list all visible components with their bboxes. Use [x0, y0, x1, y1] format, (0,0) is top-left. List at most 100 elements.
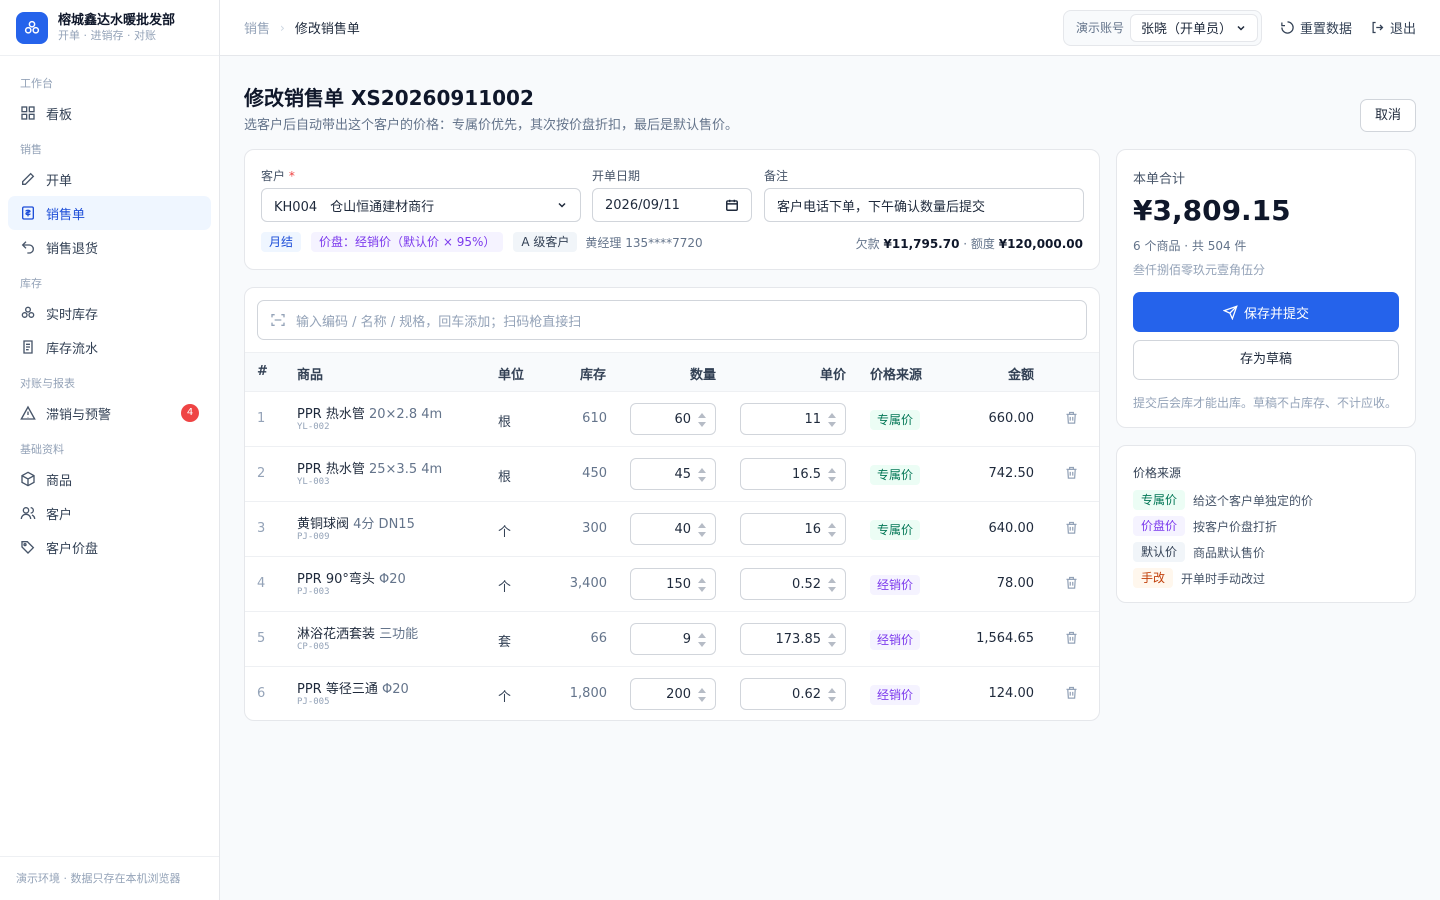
unit-price-value: 16 — [804, 521, 821, 537]
legend-tag: 专属价 — [1133, 490, 1186, 510]
save-and-submit-label: 保存并提交 — [1243, 306, 1309, 322]
delete-row-button[interactable] — [1064, 410, 1079, 429]
quantity-stepper[interactable]: 9 — [630, 623, 716, 655]
price-source-legend-card: 价格来源 专属价 给这个客户单独定的价 价盘价 按客户价盘打折 默认价 商品默认… — [1116, 445, 1416, 603]
customer-select[interactable]: KH004 仓山恒通建材商行 — [261, 188, 581, 222]
sidebar-item-dashboard[interactable]: 看板 — [8, 96, 211, 130]
customer-info-chips: 月结 价盘：经销价（默认价 × 95%） A 级客户 黄经理 135****77… — [261, 232, 703, 252]
unit-price-value: 11 — [804, 411, 821, 427]
stepper-arrows-icon[interactable] — [697, 411, 707, 429]
col-stock: 库存 — [580, 368, 607, 383]
stepper-arrows-icon[interactable] — [827, 411, 837, 429]
stepper-arrows-icon[interactable] — [697, 631, 707, 649]
price-source-badge: 专属价 — [870, 410, 921, 430]
logout-button[interactable]: 退出 — [1370, 18, 1416, 37]
unit-price-input[interactable]: 11 — [740, 403, 846, 435]
nav-group-workbench: 工作台 — [20, 77, 53, 90]
sidebar-item-customers[interactable]: 客户 — [8, 496, 211, 530]
sidebar-item-slow-moving-alerts[interactable]: 滞销与预警 4 — [8, 396, 211, 430]
price-list-badge: 价盘：经销价（默认价 × 95%） — [311, 232, 504, 252]
unit-price-input[interactable]: 0.62 — [740, 678, 846, 710]
nav-group-reports: 对账与报表 — [20, 377, 75, 390]
customer-contact: 黄经理 135****7720 — [585, 235, 703, 250]
summary-label: 本单合计 — [1133, 172, 1186, 187]
product-title: 淋浴花洒套装 — [297, 627, 376, 642]
stepper-arrows-icon[interactable] — [827, 521, 837, 539]
sidebar-item-sales-returns[interactable]: 销售退货 — [8, 230, 211, 264]
product-name: PPR 热水管 20×2.8 4m — [297, 403, 442, 422]
quantity-stepper[interactable]: 40 — [630, 513, 716, 545]
chevron-down-icon — [558, 202, 566, 208]
line-amount: 78.00 — [996, 576, 1034, 591]
product-spec: 25×3.5 4m — [369, 462, 443, 477]
breadcrumb-chevron-icon: › — [280, 20, 285, 35]
stepper-arrows-icon[interactable] — [827, 466, 837, 484]
sidebar: 榕城鑫达水暖批发部 开单 · 进销存 · 对账 工作台 看板 销售 开单 销售单… — [0, 0, 220, 900]
date-input[interactable]: 2026/09/11 — [592, 188, 752, 222]
save-draft-button[interactable]: 存为草稿 — [1133, 340, 1399, 380]
order-items-card: 输入编码 / 名称 / 规格，回车添加；扫码枪直接扫 # 商品 单位 库存 数量… — [244, 287, 1100, 721]
stepper-arrows-icon[interactable] — [697, 466, 707, 484]
sidebar-item-new-order[interactable]: 开单 — [8, 162, 211, 196]
account-select[interactable]: 张晓（开单员） — [1129, 13, 1258, 42]
items-table-header: # 商品 单位 库存 数量 单价 价格来源 金额 — [245, 352, 1099, 392]
product-name: 黄铜球阀 4分 DN15 — [297, 513, 415, 532]
quantity-stepper[interactable]: 45 — [630, 458, 716, 490]
legend-item-price-list: 价盘价 按客户价盘打折 — [1133, 516, 1277, 536]
note-input[interactable]: 客户电话下单，下午确认数量后提交 — [764, 188, 1084, 222]
sidebar-item-sales-orders[interactable]: 销售单 — [8, 196, 211, 230]
delete-row-button[interactable] — [1064, 465, 1079, 484]
row-index: 4 — [257, 576, 266, 591]
product-spec: 4分 DN15 — [353, 517, 415, 532]
stepper-arrows-icon[interactable] — [697, 686, 707, 704]
trash-icon — [1066, 576, 1077, 589]
sidebar-item-price-lists[interactable]: 客户价盘 — [8, 530, 211, 564]
col-quantity: 数量 — [690, 368, 717, 383]
product-name: PPR 90°弯头 Φ20 — [297, 568, 406, 587]
legend-item-manual: 手改 开单时手动改过 — [1133, 568, 1265, 588]
delete-row-button[interactable] — [1064, 685, 1079, 704]
legend-desc: 商品默认售价 — [1193, 545, 1266, 560]
reset-data-button[interactable]: 重置数据 — [1280, 18, 1352, 37]
quantity-stepper[interactable]: 60 — [630, 403, 716, 435]
stepper-arrows-icon[interactable] — [697, 576, 707, 594]
product-stock: 300 — [582, 521, 607, 536]
col-price-source: 价格来源 — [870, 368, 923, 383]
unit-price-value: 0.52 — [792, 576, 821, 592]
customer-level-badge: A 级客户 — [513, 232, 578, 252]
chevron-down-icon — [1237, 25, 1245, 31]
stepper-arrows-icon[interactable] — [827, 576, 837, 594]
quantity-stepper[interactable]: 200 — [630, 678, 716, 710]
table-row: 3 黄铜球阀 4分 DN15 PJ-009 个 300 40 16 专属价 640.00 — [245, 502, 1099, 557]
sidebar-item-realtime-stock[interactable]: 实时库存 — [8, 296, 211, 330]
unit-price-input[interactable]: 16.5 — [740, 458, 846, 490]
stepper-arrows-icon[interactable] — [827, 631, 837, 649]
unit-price-input[interactable]: 16 — [740, 513, 846, 545]
product-search-input[interactable]: 输入编码 / 名称 / 规格，回车添加；扫码枪直接扫 — [257, 300, 1087, 340]
line-amount: 742.50 — [988, 466, 1035, 481]
quantity-stepper[interactable]: 150 — [630, 568, 716, 600]
stepper-arrows-icon[interactable] — [827, 686, 837, 704]
product-name: 淋浴花洒套装 三功能 — [297, 623, 418, 642]
save-and-submit-button[interactable]: 保存并提交 — [1133, 292, 1399, 332]
calendar-icon — [726, 199, 738, 211]
delete-row-button[interactable] — [1064, 630, 1079, 649]
trash-icon — [1066, 521, 1077, 534]
unit-price-input[interactable]: 0.52 — [740, 568, 846, 600]
sidebar-item-label: 销售退货 — [46, 241, 99, 257]
unit-price-input[interactable]: 173.85 — [740, 623, 846, 655]
sidebar-item-products[interactable]: 商品 — [8, 462, 211, 496]
stepper-arrows-icon[interactable] — [697, 521, 707, 539]
cancel-button[interactable]: 取消 — [1360, 99, 1416, 132]
row-index: 2 — [257, 466, 266, 481]
billing-badge: 月结 — [261, 232, 302, 252]
product-stock: 66 — [590, 631, 607, 646]
delete-row-button[interactable] — [1064, 520, 1079, 539]
breadcrumb-parent[interactable]: 销售 — [244, 18, 270, 37]
product-title: 黄铜球阀 — [297, 517, 350, 532]
topbar: 销售 › 修改销售单 演示账号 张晓（开单员） 重置数据 退出 — [220, 0, 1440, 56]
table-row: 4 PPR 90°弯头 Φ20 PJ-003 个 3,400 150 0.52 经销价 78.0… — [245, 557, 1099, 612]
quantity-value: 9 — [682, 631, 691, 647]
delete-row-button[interactable] — [1064, 575, 1079, 594]
sidebar-item-stock-ledger[interactable]: 库存流水 — [8, 330, 211, 364]
